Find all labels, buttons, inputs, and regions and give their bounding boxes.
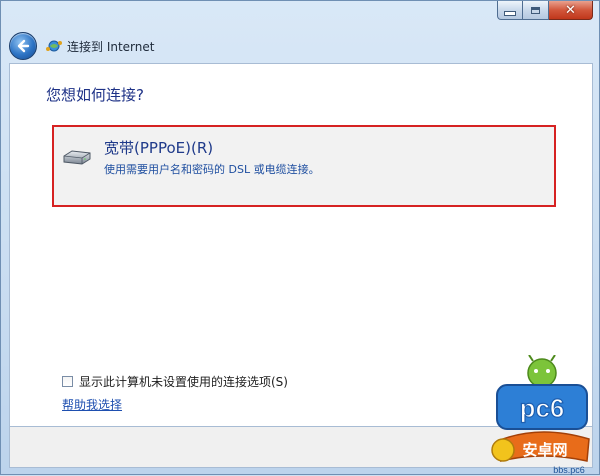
minimize-button[interactable] (497, 1, 523, 20)
close-button[interactable]: ✕ (549, 1, 593, 20)
checkbox-label[interactable]: 显示此计算机未设置使用的连接选项(S) (79, 373, 288, 390)
option-inner: 宽带(PPPoE)(R) 使用需要用户名和密码的 DSL 或电缆连接。 (62, 137, 320, 177)
watermark-brand: pc6 (520, 393, 565, 423)
close-icon: ✕ (565, 2, 576, 18)
question-heading: 您想如何连接? (46, 86, 144, 104)
window-title: 连接到 Internet (67, 39, 155, 54)
show-unconfigured-options-row: 显示此计算机未设置使用的连接选项(S) (62, 373, 288, 390)
pc6-watermark-logo: pc6 安卓网 bbs.pc6 (491, 355, 590, 475)
caption-buttons: ✕ (497, 1, 593, 20)
connect-to-internet-window: ✕ 连接到 Internet 您想如何连接? 宽带(PPPoE)(R) 使用需要… (0, 0, 600, 475)
watermark-site: bbs.pc6 (553, 465, 585, 475)
watermark-sub: 安卓网 (522, 441, 567, 459)
show-unconfigured-options-checkbox[interactable] (62, 376, 73, 387)
option-texts: 宽带(PPPoE)(R) 使用需要用户名和密码的 DSL 或电缆连接。 (104, 137, 320, 177)
maximize-icon (531, 6, 540, 14)
network-globe-icon (45, 39, 63, 53)
wizard-header: 连接到 Internet (9, 31, 154, 61)
option-description: 使用需要用户名和密码的 DSL 或电缆连接。 (104, 163, 320, 176)
minimize-icon (504, 10, 516, 16)
back-button[interactable] (9, 32, 37, 60)
broadband-pppoe-option[interactable]: 宽带(PPPoE)(R) 使用需要用户名和密码的 DSL 或电缆连接。 (52, 125, 556, 207)
broadband-modem-icon (63, 150, 91, 165)
back-arrow-icon (17, 39, 30, 53)
option-title: 宽带(PPPoE)(R) (104, 139, 214, 157)
help-me-choose-link[interactable]: 帮助我选择 (62, 396, 122, 413)
maximize-button[interactable] (523, 1, 549, 20)
